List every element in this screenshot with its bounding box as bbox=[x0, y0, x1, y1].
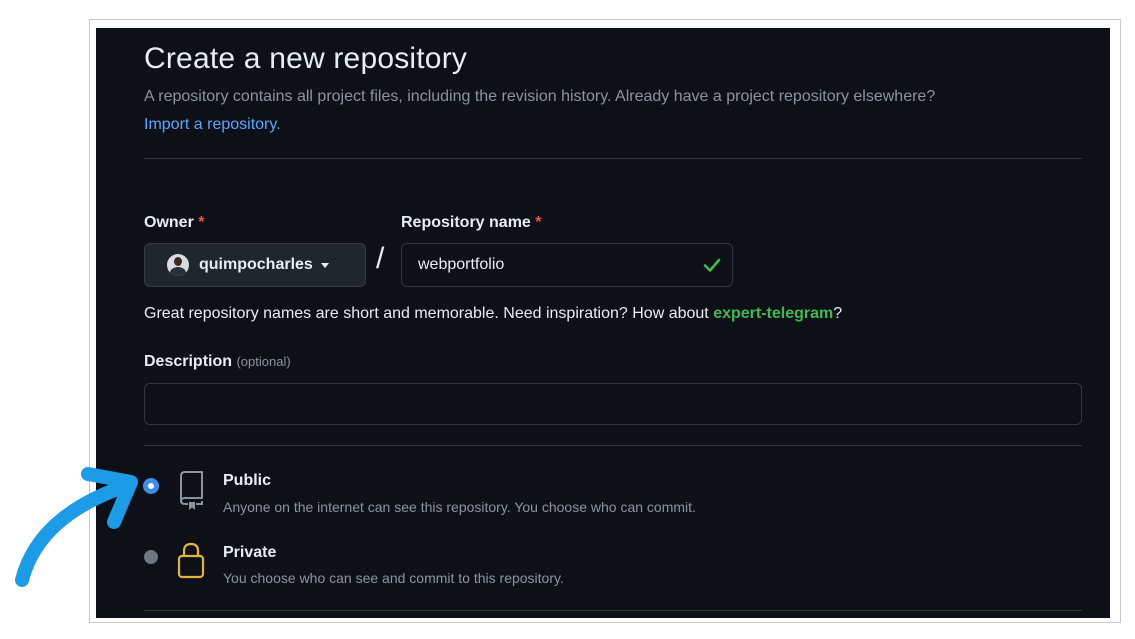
name-suggestion-link[interactable]: expert-telegram bbox=[713, 305, 833, 322]
description-label: Description (optional) bbox=[144, 353, 291, 371]
repo-name-hint: Great repository names are short and mem… bbox=[144, 305, 842, 323]
owner-dropdown-button[interactable]: quimpocharles bbox=[144, 243, 366, 287]
page-title: Create a new repository bbox=[144, 42, 468, 75]
check-icon bbox=[703, 258, 721, 272]
import-repository-link[interactable]: Import a repository. bbox=[144, 116, 281, 134]
private-option-desc: You choose who can see and commit to thi… bbox=[223, 570, 564, 586]
description-input[interactable] bbox=[144, 383, 1082, 425]
public-radio[interactable] bbox=[144, 479, 158, 493]
repo-name-label: Repository name * bbox=[401, 214, 542, 232]
owner-label: Owner * bbox=[144, 214, 204, 232]
description-label-text: Description bbox=[144, 353, 233, 370]
public-option-desc: Anyone on the internet can see this repo… bbox=[223, 499, 696, 515]
create-repo-panel: Create a new repository A repository con… bbox=[96, 28, 1110, 618]
owner-label-text: Owner bbox=[144, 214, 194, 231]
public-option-title: Public bbox=[223, 472, 272, 489]
owner-required-mark: * bbox=[198, 214, 205, 231]
divider-bottom bbox=[144, 610, 1082, 611]
repo-name-label-text: Repository name bbox=[401, 214, 531, 231]
divider-middle bbox=[144, 445, 1082, 446]
divider-top bbox=[144, 158, 1082, 159]
hint-suffix: ? bbox=[833, 305, 843, 322]
annotation-arrow-icon bbox=[15, 467, 138, 587]
chevron-down-icon bbox=[320, 262, 329, 268]
repo-name-field[interactable] bbox=[401, 243, 733, 287]
repo-name-required-mark: * bbox=[535, 214, 542, 231]
hint-text: Great repository names are short and mem… bbox=[144, 305, 714, 322]
private-option-title: Private bbox=[223, 544, 277, 561]
description-optional-note: (optional) bbox=[236, 354, 291, 369]
owner-name: quimpocharles bbox=[199, 256, 313, 273]
private-radio[interactable] bbox=[144, 550, 158, 564]
owner-avatar bbox=[167, 254, 189, 276]
page-subtitle: A repository contains all project files,… bbox=[144, 88, 936, 105]
repo-icon bbox=[180, 471, 203, 510]
owner-repo-separator: / bbox=[376, 242, 385, 275]
repo-name-input[interactable] bbox=[416, 255, 690, 275]
lock-icon bbox=[177, 542, 205, 579]
